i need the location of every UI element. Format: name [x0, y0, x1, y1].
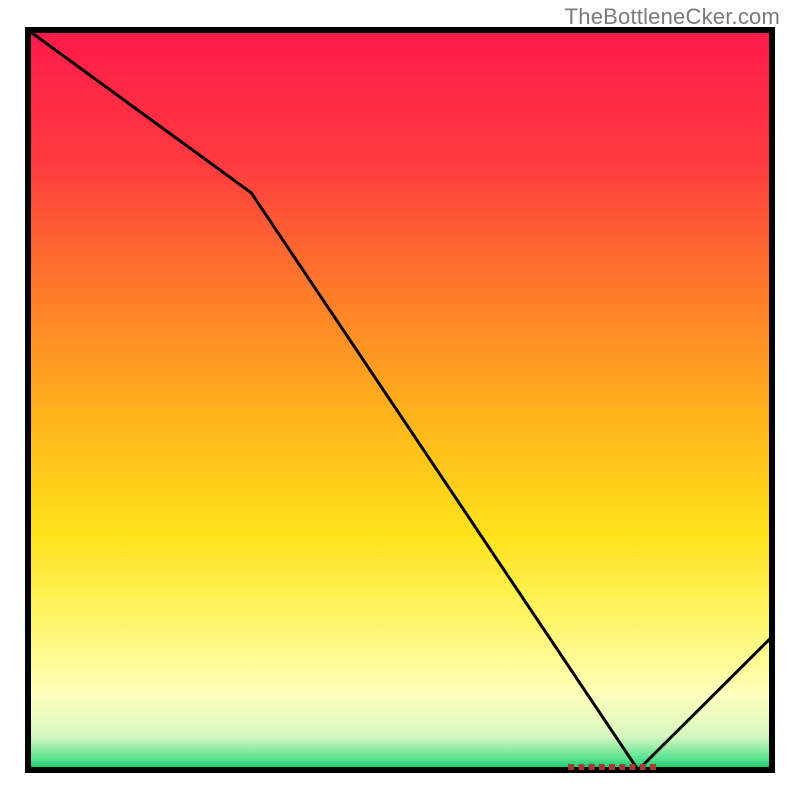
gradient-background	[28, 30, 772, 770]
chart-container: TheBottleneCker.com	[0, 0, 800, 800]
attribution-label: TheBottleneCker.com	[565, 4, 780, 30]
optimal-marker	[568, 764, 656, 770]
bottleneck-chart	[0, 0, 800, 800]
